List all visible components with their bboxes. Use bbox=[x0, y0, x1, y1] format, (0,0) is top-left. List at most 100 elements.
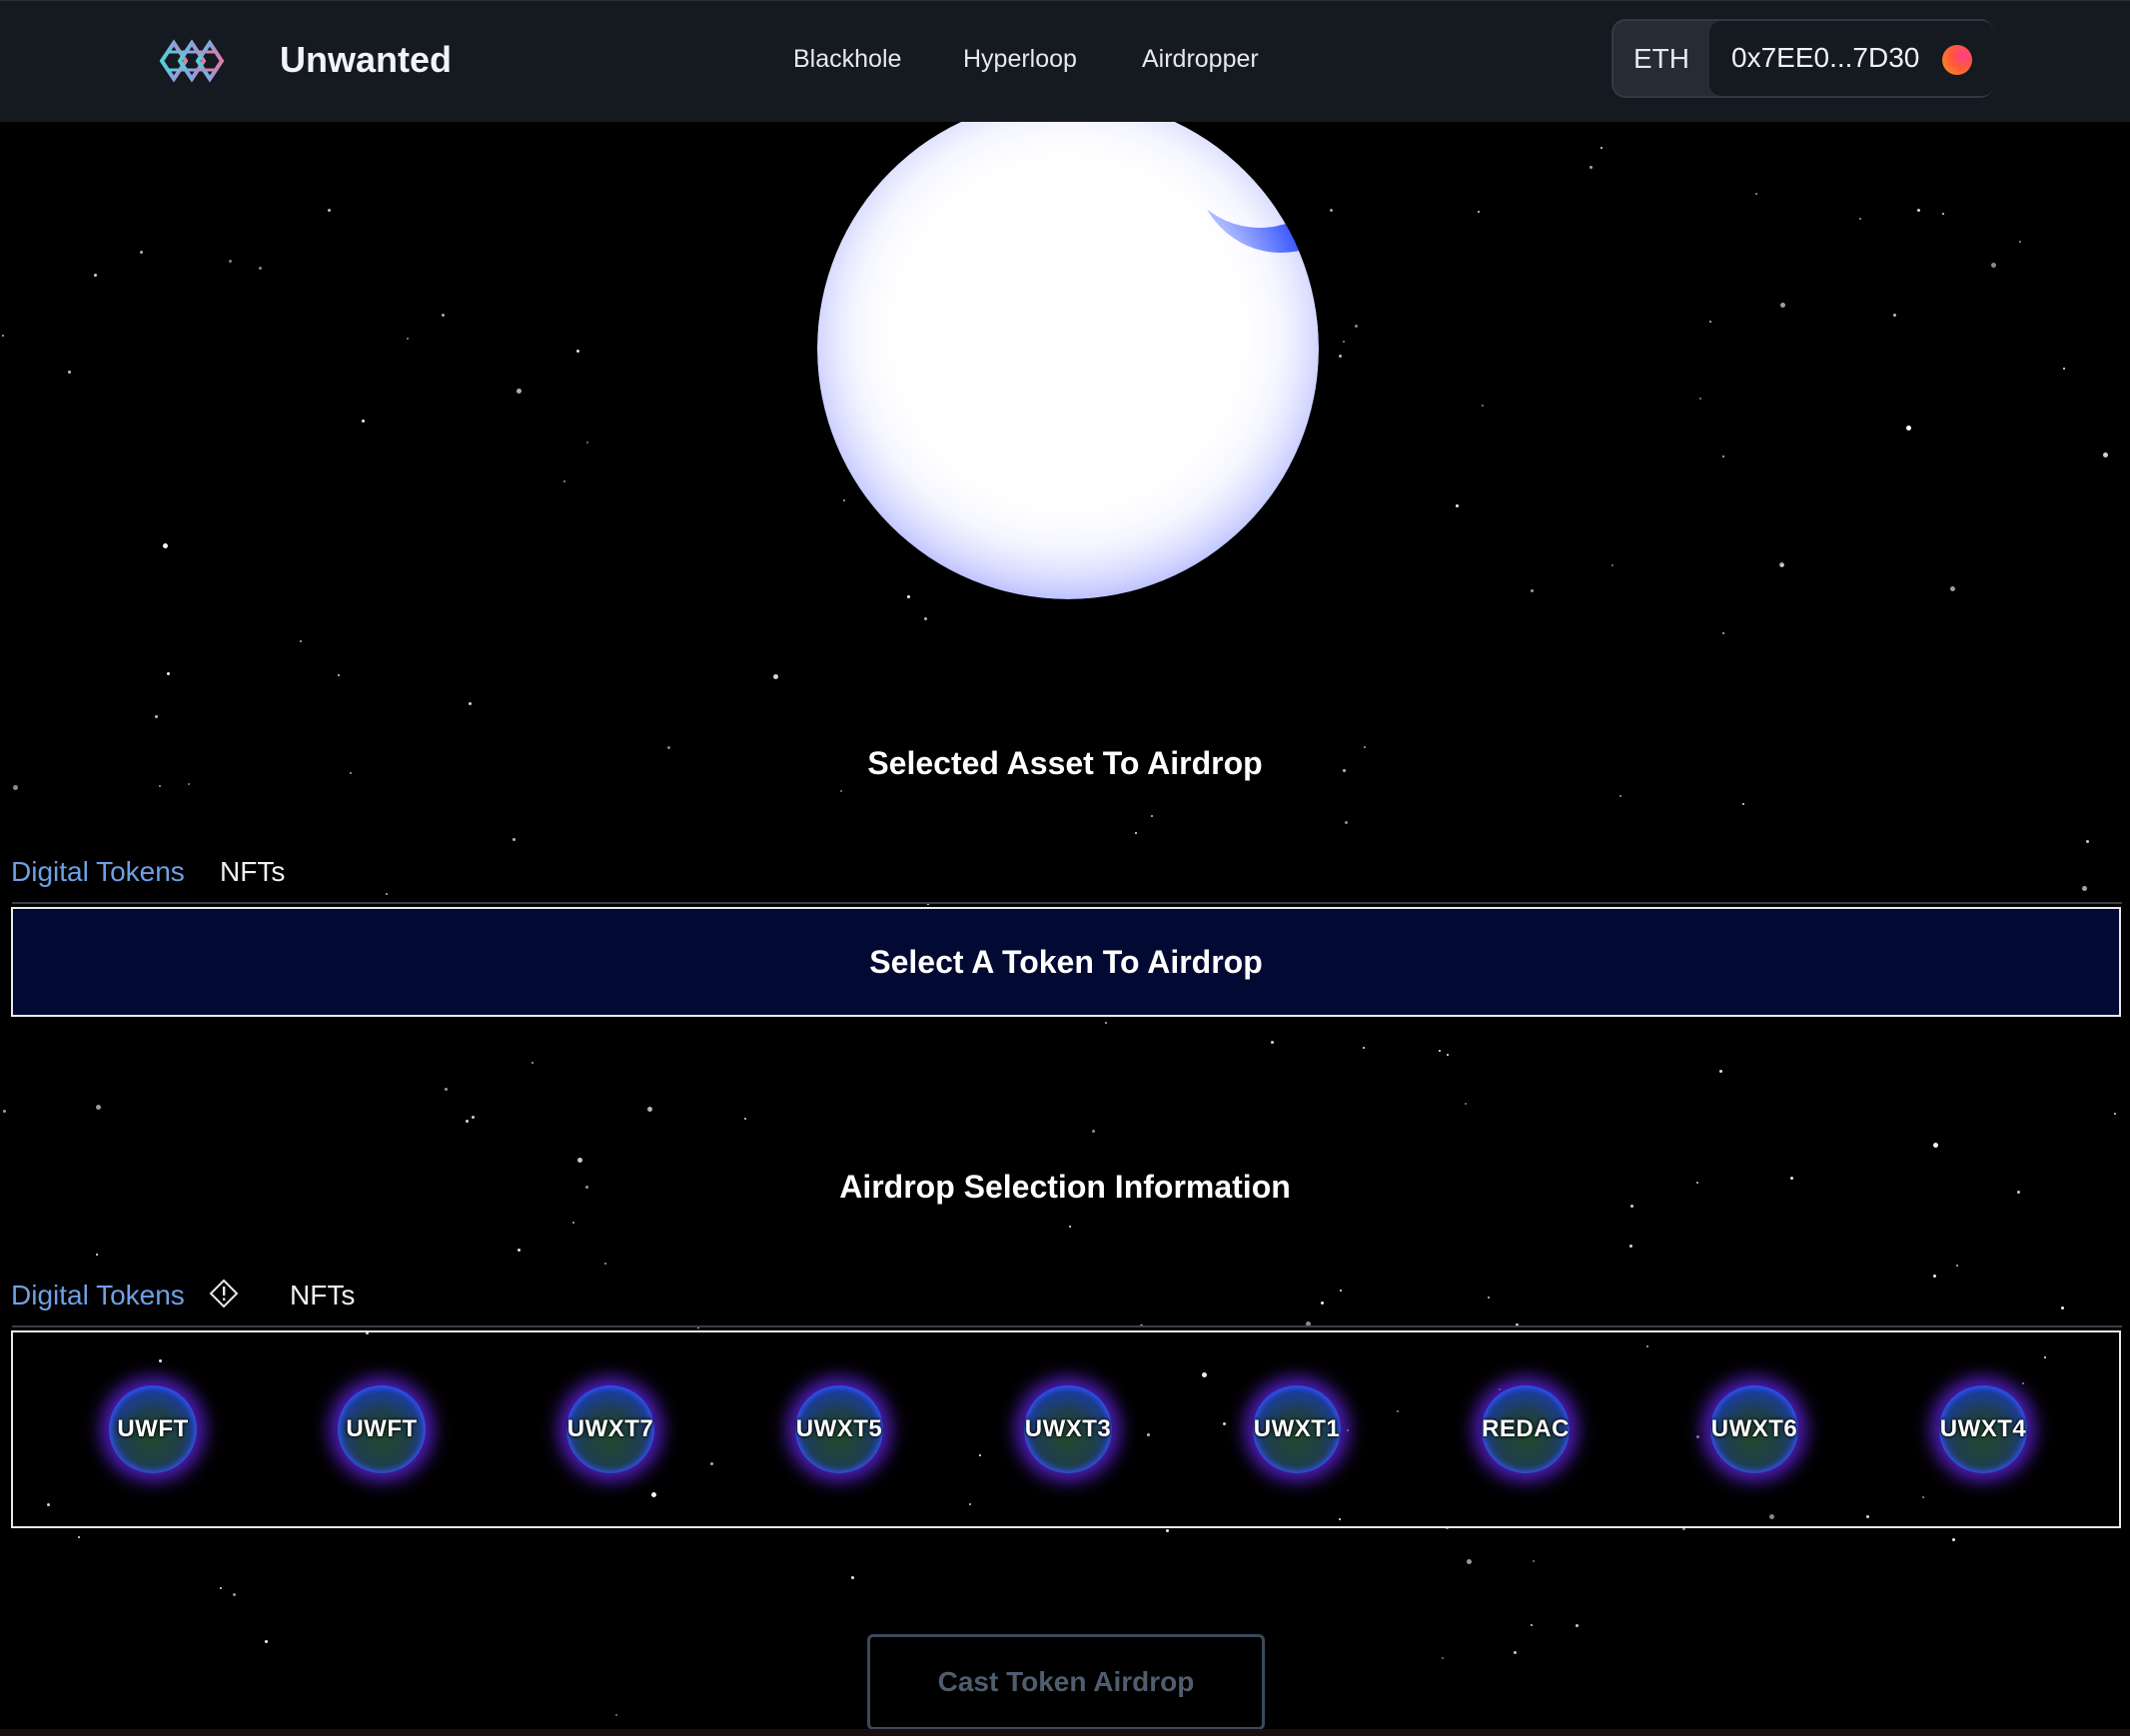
star bbox=[407, 338, 409, 340]
star bbox=[517, 389, 522, 394]
star bbox=[265, 1640, 268, 1643]
star bbox=[2019, 241, 2021, 243]
star bbox=[1531, 589, 1534, 592]
star bbox=[1345, 821, 1348, 824]
cast-button-label: Cast Token Airdrop bbox=[937, 1666, 1195, 1697]
star bbox=[1151, 815, 1153, 817]
star bbox=[2086, 840, 2089, 843]
star bbox=[1699, 398, 1701, 400]
star bbox=[2063, 368, 2065, 370]
star bbox=[1330, 209, 1333, 212]
star bbox=[1321, 1302, 1324, 1304]
star bbox=[1950, 586, 1955, 591]
star bbox=[518, 1249, 521, 1252]
star bbox=[1590, 166, 1593, 169]
star bbox=[1859, 218, 1861, 220]
tab-digital-tokens-info[interactable]: Digital Tokens bbox=[11, 1280, 185, 1311]
star bbox=[1991, 263, 1996, 268]
token-symbol: UWXT5 bbox=[795, 1415, 883, 1442]
token-symbol: UWFT bbox=[346, 1415, 418, 1442]
star bbox=[1271, 1041, 1274, 1044]
warning-diamond-icon[interactable] bbox=[209, 1279, 239, 1308]
star bbox=[1439, 1050, 1441, 1052]
token-uwxt5[interactable]: UWXT5 bbox=[795, 1385, 883, 1473]
star bbox=[851, 1576, 854, 1579]
star bbox=[96, 1105, 101, 1110]
star bbox=[362, 420, 365, 423]
star bbox=[1533, 1560, 1535, 1562]
star bbox=[1755, 193, 1757, 195]
star bbox=[1135, 832, 1137, 834]
selection-info-heading: Airdrop Selection Information bbox=[839, 1169, 1291, 1205]
star bbox=[13, 785, 18, 790]
star bbox=[1933, 1275, 1936, 1278]
star bbox=[229, 260, 232, 263]
star bbox=[773, 674, 778, 679]
token-symbol: UWXT3 bbox=[1024, 1415, 1112, 1442]
select-token-button[interactable]: Select A Token To Airdrop bbox=[11, 907, 2121, 1017]
wallet-widget[interactable]: ETH 0x7EE0...7D30 bbox=[1611, 19, 1994, 98]
star bbox=[1363, 1047, 1365, 1049]
star bbox=[586, 441, 588, 443]
token-uwxt1[interactable]: UWXT1 bbox=[1253, 1385, 1341, 1473]
star bbox=[1611, 564, 1613, 566]
brand-name[interactable]: Unwanted bbox=[280, 39, 452, 81]
star bbox=[259, 267, 262, 270]
star bbox=[513, 838, 516, 841]
tab-nfts-info[interactable]: NFTs bbox=[290, 1280, 355, 1311]
tab-digital-tokens-selected[interactable]: Digital Tokens bbox=[11, 856, 185, 888]
cast-token-airdrop-button[interactable]: Cast Token Airdrop bbox=[867, 1634, 1265, 1730]
token-symbol: UWFT bbox=[117, 1415, 189, 1442]
token-uwft-1[interactable]: UWFT bbox=[109, 1385, 197, 1473]
star bbox=[744, 1118, 746, 1120]
star bbox=[1742, 803, 1744, 805]
star bbox=[466, 1120, 469, 1123]
star bbox=[563, 480, 565, 482]
star bbox=[1781, 564, 1783, 566]
star bbox=[1478, 211, 1480, 213]
nav-link-blackhole[interactable]: Blackhole bbox=[793, 45, 901, 74]
star bbox=[840, 790, 842, 792]
star bbox=[572, 1222, 574, 1224]
star bbox=[338, 674, 340, 676]
star bbox=[328, 209, 331, 212]
star bbox=[155, 715, 158, 718]
account-button[interactable]: 0x7EE0...7D30 bbox=[1709, 21, 1994, 96]
token-redac[interactable]: REDAC bbox=[1482, 1385, 1570, 1473]
star bbox=[94, 274, 97, 277]
token-uwxt3[interactable]: UWXT3 bbox=[1024, 1385, 1112, 1473]
star bbox=[472, 1116, 475, 1119]
star bbox=[68, 371, 71, 374]
star bbox=[78, 1536, 80, 1538]
star bbox=[1531, 1624, 1533, 1626]
token-symbol: UWXT6 bbox=[1710, 1415, 1798, 1442]
star bbox=[1576, 1624, 1579, 1627]
star bbox=[220, 1587, 222, 1589]
account-avatar-icon bbox=[1942, 45, 1972, 75]
star bbox=[1339, 355, 1342, 358]
star bbox=[3, 1110, 6, 1113]
token-uwxt6[interactable]: UWXT6 bbox=[1710, 1385, 1798, 1473]
star bbox=[2, 335, 4, 337]
tab-nfts-selected[interactable]: NFTs bbox=[220, 856, 285, 888]
nav-link-airdropper[interactable]: Airdropper bbox=[1142, 45, 1259, 74]
star bbox=[1488, 1297, 1490, 1299]
star bbox=[1933, 1143, 1938, 1148]
star bbox=[1465, 1103, 1467, 1105]
star bbox=[1166, 1529, 1169, 1532]
divider bbox=[12, 1325, 2122, 1327]
token-uwxt7[interactable]: UWXT7 bbox=[566, 1385, 654, 1473]
unwanted-logo-icon[interactable] bbox=[158, 35, 232, 87]
token-symbol: UWXT7 bbox=[566, 1415, 654, 1442]
selected-asset-heading: Selected Asset To Airdrop bbox=[867, 745, 1263, 781]
nav-link-hyperloop[interactable]: Hyperloop bbox=[963, 45, 1077, 74]
star bbox=[1340, 1290, 1342, 1292]
star bbox=[1917, 209, 1920, 212]
star bbox=[386, 893, 388, 895]
token-uwft-2[interactable]: UWFT bbox=[338, 1385, 426, 1473]
network-label[interactable]: ETH bbox=[1633, 43, 1689, 75]
star bbox=[1092, 1130, 1095, 1133]
star bbox=[442, 314, 445, 317]
star bbox=[1442, 1657, 1444, 1659]
token-uwxt4[interactable]: UWXT4 bbox=[1939, 1385, 2027, 1473]
